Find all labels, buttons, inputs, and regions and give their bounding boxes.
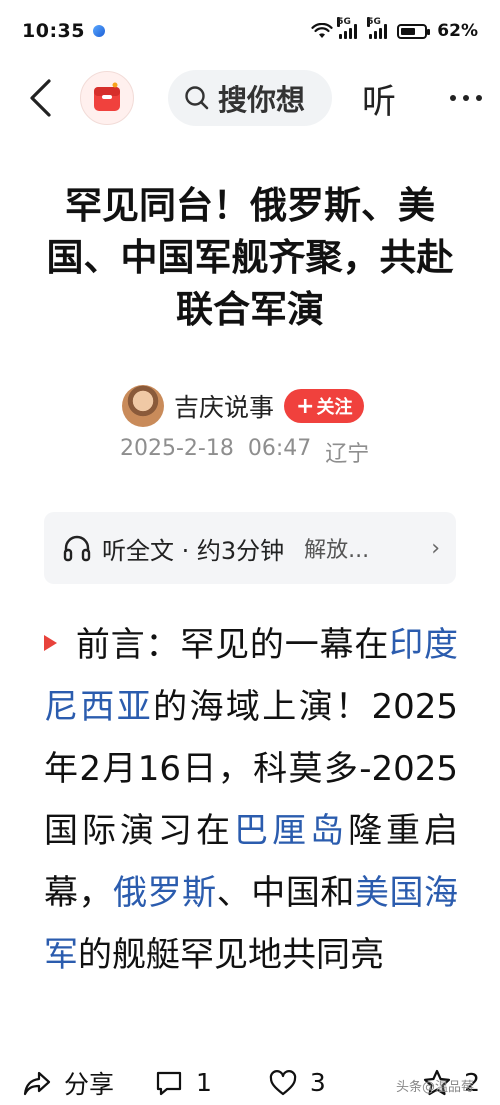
plus-icon: + xyxy=(296,393,315,419)
headphone-icon xyxy=(63,535,91,562)
status-bar: 10:35 5G 5G 62% xyxy=(0,0,500,62)
comment-count: 1 xyxy=(196,1068,212,1097)
article-body: 前言：罕见的一幕在印度尼西亚的海域上演！2025年2月16日，科莫多-2025国… xyxy=(44,614,458,986)
comment-icon xyxy=(156,1071,182,1095)
body-text: 、中国和 xyxy=(216,873,355,913)
share-icon xyxy=(23,1071,51,1095)
share-label: 分享 xyxy=(64,1069,115,1099)
listen-full-text-bar[interactable]: 听全文 · 约3分钟 解放... › xyxy=(44,512,456,584)
status-icons: 5G 5G 62% xyxy=(311,17,478,41)
signal-icon-2: 5G xyxy=(367,17,388,39)
app-logo-icon[interactable] xyxy=(80,71,134,125)
author-avatar[interactable] xyxy=(122,385,164,427)
comment-button[interactable]: 1 xyxy=(154,1068,212,1098)
app-notification-icon xyxy=(92,25,105,37)
link-bali[interactable]: 巴厘岛 xyxy=(234,811,348,851)
author-row: 吉庆说事 + 关注 xyxy=(122,384,365,428)
author-name[interactable]: 吉庆说事 xyxy=(174,388,274,424)
link-russia[interactable]: 俄罗斯 xyxy=(113,873,217,913)
share-button[interactable]: 分享 xyxy=(22,1065,114,1101)
like-button[interactable]: 3 xyxy=(268,1068,326,1098)
more-options-icon[interactable] xyxy=(450,95,482,101)
heart-icon xyxy=(269,1069,297,1095)
back-arrow-icon[interactable] xyxy=(22,76,58,120)
article-meta: 2025-2-18 06:47 辽宁 xyxy=(120,436,369,468)
like-count: 3 xyxy=(309,1068,326,1097)
chevron-right-icon: › xyxy=(431,535,440,561)
wifi-icon xyxy=(311,23,333,38)
watermark: 头条@温品莓 xyxy=(395,1080,474,1095)
bottom-action-bar: 分享 1 3 2 头条@温品莓 xyxy=(0,1060,500,1105)
body-text: 前言：罕见的一幕在 xyxy=(75,625,390,665)
signal-icon-1: 5G xyxy=(337,17,358,39)
search-icon xyxy=(185,86,209,110)
publish-location: 辽宁 xyxy=(325,442,370,467)
follow-label: 关注 xyxy=(316,397,353,418)
article-title: 罕见同台！俄罗斯、美国、中国军舰齐聚，共赴联合军演 xyxy=(46,184,454,331)
listen-button[interactable]: 听 xyxy=(362,74,396,123)
top-nav-bar: 搜你想 听 xyxy=(0,62,500,134)
follow-button[interactable]: + 关注 xyxy=(284,389,365,423)
battery-level-fill xyxy=(401,27,415,35)
battery-icon xyxy=(397,23,431,39)
publish-date: 2025-2-18 xyxy=(120,436,234,461)
listen-full-text-label: 听全文 · 约3分钟 xyxy=(102,536,285,565)
status-time: 10:35 xyxy=(22,20,85,42)
battery-percent: 62% xyxy=(437,21,478,41)
search-box[interactable]: 搜你想 xyxy=(168,70,332,126)
listen-extra-text: 解放... xyxy=(304,538,370,563)
play-triangle-icon xyxy=(44,634,57,651)
body-text: 的舰艇罕见地共同亮 xyxy=(78,935,384,975)
search-placeholder: 搜你想 xyxy=(218,83,306,117)
publish-time: 06:47 xyxy=(247,436,312,461)
